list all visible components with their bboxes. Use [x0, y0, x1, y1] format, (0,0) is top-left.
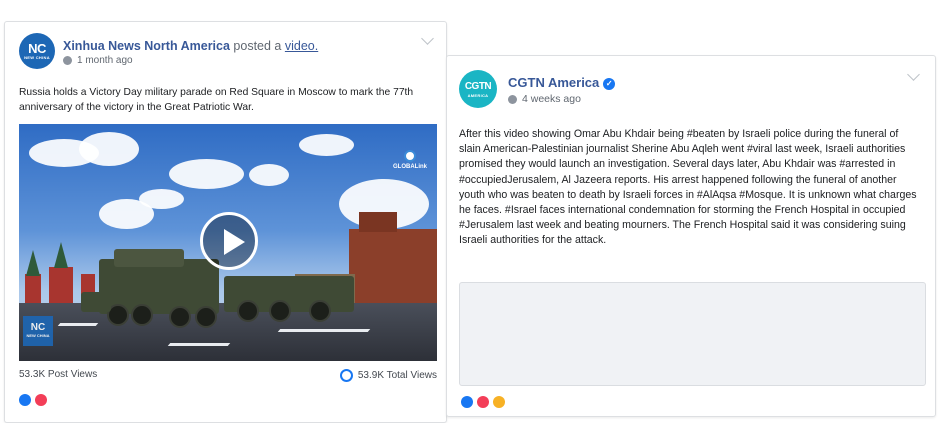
page-name-link[interactable]: CGTN America	[508, 75, 599, 90]
xinhua-watermark: NC NEW CHINA	[23, 316, 53, 346]
like-reaction-icon	[19, 394, 31, 406]
views-icon	[339, 369, 353, 382]
avatar-logo-subtext: NEW CHINA	[24, 55, 50, 60]
globe-icon	[63, 56, 72, 65]
chevron-down-icon[interactable]	[907, 68, 920, 81]
total-views-group: 53.9K Total Views	[339, 369, 437, 382]
post-time[interactable]: 4 weeks ago	[522, 93, 581, 105]
globe-icon	[508, 94, 517, 104]
play-button[interactable]	[200, 212, 258, 270]
video-link[interactable]: video.	[285, 39, 318, 53]
post-meta: 1 month ago	[63, 55, 133, 66]
total-views: 53.9K Total Views	[357, 370, 437, 381]
watermark-subtext: NEW CHINA	[26, 333, 50, 338]
post-card-xinhua: NC NEW CHINA Xinhua News North America p…	[4, 21, 447, 423]
verified-badge-icon: ✓	[603, 78, 616, 90]
avatar-logo-text: CGTN	[464, 81, 492, 92]
play-icon	[224, 229, 245, 255]
page-name-link[interactable]: Xinhua News North America	[63, 39, 230, 53]
globalink-logo: GLOBALink	[393, 150, 427, 170]
love-reaction-icon	[477, 396, 489, 408]
wow-reaction-icon	[493, 396, 505, 408]
post-card-cgtn: CGTN AMERICA CGTN America ✓ 4 weeks ago A…	[446, 55, 936, 417]
video-player[interactable]: GLOBALink NC NEW CHINA	[19, 124, 437, 361]
page-avatar[interactable]: CGTN AMERICA	[459, 70, 497, 108]
avatar-logo-subtext: AMERICA	[467, 93, 489, 98]
avatar-logo-text: NC	[28, 41, 46, 56]
posted-prefix: posted a	[233, 39, 282, 53]
reactions-bar[interactable]	[461, 396, 505, 408]
post-text: After this video showing Omar Abu Khdair…	[459, 128, 917, 247]
page-avatar[interactable]: NC NEW CHINA	[19, 33, 55, 69]
chevron-down-icon[interactable]	[421, 32, 434, 45]
post-time[interactable]: 1 month ago	[77, 55, 133, 66]
globalink-logo-text: GLOBALink	[393, 164, 427, 170]
post-views: 53.3K Post Views	[19, 369, 98, 380]
love-reaction-icon	[35, 394, 47, 406]
post-header: CGTN America ✓	[508, 75, 616, 90]
reactions-bar[interactable]	[19, 394, 47, 406]
post-text: Russia holds a Victory Day military para…	[19, 87, 414, 113]
watermark-text: NC	[30, 322, 46, 333]
like-reaction-icon	[461, 396, 473, 408]
video-preview[interactable]	[459, 282, 926, 386]
post-header: Xinhua News North America posted a video…	[63, 39, 318, 53]
post-meta: 4 weeks ago	[508, 93, 581, 105]
